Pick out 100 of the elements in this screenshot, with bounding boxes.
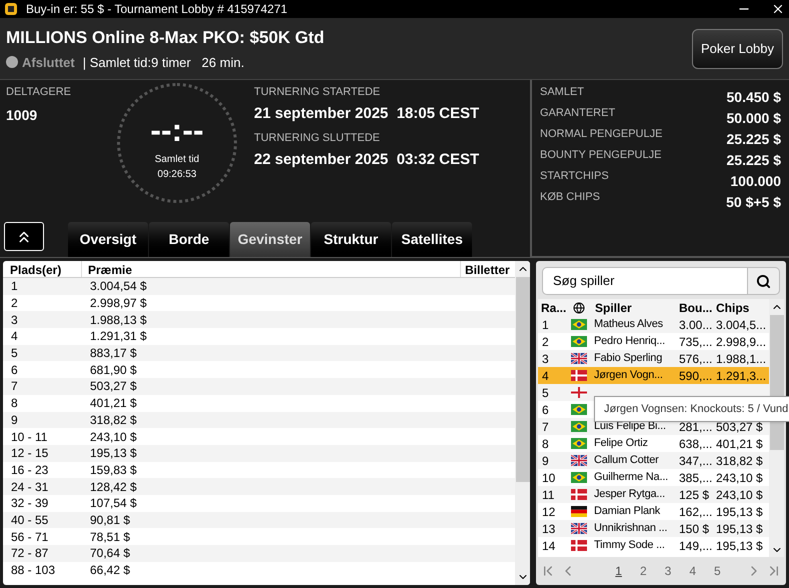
table-cell-text: 7 (541, 418, 550, 436)
table-cell-text: 2 (541, 334, 550, 350)
table-cell-text: 401,21 $ (89, 395, 137, 412)
table-cell-text: Pedro Henriq... (593, 334, 666, 350)
table-cell-text: 385,... (678, 470, 713, 486)
table-cell-text: 195,13 $ (715, 520, 763, 538)
player-row[interactable]: 13 Unnikrishnan ... 150 $ 195,13 $ (538, 520, 769, 537)
table-cell-text: 9 (10, 412, 19, 429)
table-cell-text: 6 (541, 402, 550, 418)
table-cell-text: 1.988,1... (715, 350, 766, 368)
table-cell-text: 576,... (678, 350, 713, 368)
table-cell-text: 318,82 $ (89, 412, 137, 429)
table-cell-text: Timmy Sode ... (593, 538, 666, 554)
tab[interactable]: Struktur (311, 222, 391, 257)
table-cell-text: 128,42 $ (89, 478, 137, 496)
table-cell-text: 195,13 $ (715, 538, 763, 554)
table-cell-text: 70,64 $ (89, 545, 130, 562)
table-cell-text: 3.00... (678, 316, 713, 334)
table-cell-text: 5 (541, 384, 550, 402)
table-cell-text: 6 (10, 362, 19, 379)
player-row[interactable]: 11 Jesper Rytga... 125 $ 243,10 $ (538, 486, 769, 503)
table-cell-text: 162,... (678, 504, 713, 520)
table-cell-text: 107,54 $ (89, 495, 137, 512)
flag-icon (571, 489, 587, 500)
table-cell-text: 10 (541, 470, 556, 486)
table-cell-text: 2.998,97 $ (89, 295, 147, 312)
tab[interactable]: Satellites (392, 222, 472, 257)
globe-icon (573, 302, 585, 314)
stat-label: STARTCHIPS (540, 169, 609, 184)
flag-icon (571, 387, 587, 398)
table-cell-text: 12 - 15 (10, 445, 50, 462)
player-row[interactable]: 9 Callum Cotter 347,... 318,82 $ (538, 452, 769, 469)
page-link[interactable]: 4 (689, 562, 696, 580)
table-cell-text: Damian Plank (593, 504, 662, 520)
table-cell-text: 150 $ (678, 520, 710, 538)
search-button[interactable] (748, 267, 780, 295)
stat-value: 50.450 $ (726, 88, 781, 107)
status-detail: | Samlet tid:9 timer 26 min. (82, 54, 244, 72)
poker-lobby-button[interactable]: Poker Lobby (692, 28, 783, 68)
stat-value: 50 $+5 $ (726, 193, 781, 212)
search-field[interactable]: Søg spiller (542, 267, 748, 295)
stat-label: BOUNTY PENGEPULJE (540, 148, 662, 163)
table-cell-text: 40 - 55 (10, 512, 50, 529)
table-cell-text: 16 - 23 (10, 462, 50, 479)
tooltip: Jørgen Vognsen: Knockouts: 5 / Vund (594, 396, 789, 422)
column-header: Chips (715, 300, 750, 316)
table-cell-text: Felipe Ortiz (593, 436, 649, 452)
flag-icon (571, 506, 587, 517)
table-cell-text: 13 (541, 520, 556, 538)
page-link[interactable]: 2 (640, 562, 647, 580)
entrants-label: DELTAGERE (6, 85, 72, 100)
stat-label: GARANTERET (540, 106, 616, 121)
player-row[interactable]: 3 Fabio Sperling 576,... 1.988,1... (538, 350, 769, 367)
collapse-button[interactable] (4, 222, 44, 251)
clock-display: --:-- (150, 114, 204, 146)
tab[interactable]: Borde (149, 222, 229, 257)
player-row[interactable]: 4 Jørgen Vogn... 590,... 1.291,3... (538, 367, 769, 384)
status-label: Afsluttet (22, 54, 75, 72)
table-cell-text: Guilherme Na... (593, 470, 670, 486)
stat-label: SAMLET (540, 85, 584, 100)
page-link[interactable]: 1 (615, 562, 622, 580)
table-cell-text: 72 - 87 (10, 545, 50, 562)
close-icon[interactable] (771, 2, 785, 16)
scrollbar[interactable] (515, 261, 530, 585)
player-row[interactable]: 1 Matheus Alves 3.00... 3.004,5... (538, 316, 769, 333)
column-header: Bou... (678, 300, 713, 316)
table-cell-text: 195,13 $ (89, 445, 137, 462)
column-header: Billetter (464, 262, 511, 277)
table-cell-text: 8 (541, 436, 550, 452)
table-cell-text: 243,10 $ (715, 470, 763, 486)
flag-icon (571, 319, 587, 330)
page-link[interactable]: 3 (664, 562, 672, 580)
table-cell-text: 3.004,5... (715, 316, 766, 334)
stat-label: NORMAL PENGEPULJE (540, 127, 662, 142)
table-cell-text: 88 - 103 (10, 562, 56, 580)
table-cell-text: 318,82 $ (715, 452, 763, 470)
table-cell-text: 4 (541, 368, 550, 384)
column-header: Plads(er) (3, 261, 82, 277)
page-link[interactable]: 5 (714, 562, 721, 580)
table-cell-text: 590,... (678, 368, 713, 384)
clock-elapsed: 09:26:53 (158, 168, 196, 182)
stat-value: 25.225 $ (726, 130, 781, 149)
table-cell-text: 3.004,54 $ (89, 278, 147, 296)
table-cell-text: 243,10 $ (715, 486, 763, 504)
table-cell-text: 159,83 $ (89, 462, 137, 479)
stat-value: 25.225 $ (726, 151, 781, 170)
entrants-value: 1009 (6, 106, 38, 124)
flag-icon (571, 438, 587, 449)
flag-icon (571, 421, 587, 432)
table-cell-text: 12 (541, 504, 556, 520)
table-cell-text: 883,17 $ (89, 345, 137, 362)
tab[interactable]: Gevinster (230, 222, 310, 257)
table-cell-text: 66,42 $ (89, 562, 130, 580)
table-cell-text: 11 (541, 486, 556, 504)
tab[interactable]: Oversigt (68, 222, 148, 257)
table-cell-text: 3 (10, 312, 19, 329)
table-cell-text: 243,10 $ (89, 428, 137, 446)
table-cell-text: 735,... (678, 334, 713, 350)
time-label: TURNERING SLUTTEDE (254, 131, 381, 146)
table-cell-text: Unnikrishnan ... (593, 521, 668, 536)
